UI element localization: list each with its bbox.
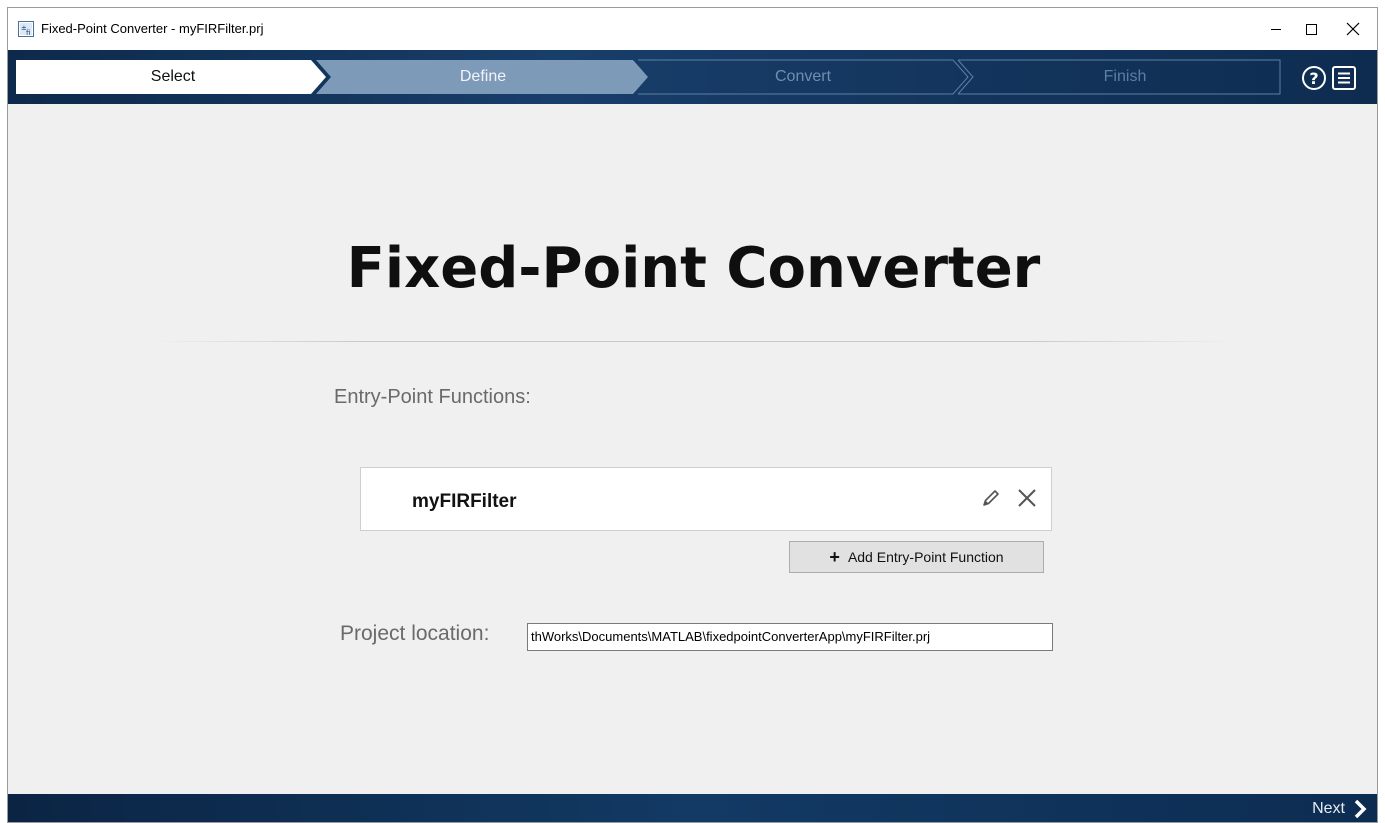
app-icon: ± fi xyxy=(18,21,34,37)
close-button[interactable] xyxy=(1330,8,1376,50)
close-icon xyxy=(1346,22,1360,36)
title-bar: ± fi Fixed-Point Converter - myFIRFilter… xyxy=(8,8,1377,50)
help-icon: ? xyxy=(1302,66,1326,90)
footer-bar: Next xyxy=(8,794,1377,822)
project-location-value: thWorks\Documents\MATLAB\fixedpointConve… xyxy=(531,629,931,644)
page-title: Fixed-Point Converter xyxy=(346,236,1041,301)
entry-point-name: myFIRFilter xyxy=(412,491,517,512)
menu-button[interactable] xyxy=(1331,65,1357,91)
maximize-icon xyxy=(1306,24,1317,35)
svg-text:?: ? xyxy=(1309,69,1318,88)
entry-points-label: Entry-Point Functions: xyxy=(334,386,531,408)
chevron-right-icon xyxy=(1354,799,1367,819)
wizard-bar: Select Define Convert Finish ? xyxy=(8,50,1377,104)
close-icon xyxy=(1018,489,1036,507)
plus-icon: + xyxy=(829,547,840,567)
window-title: Fixed-Point Converter - myFIRFilter.prj xyxy=(41,21,264,36)
svg-text:fi: fi xyxy=(26,29,30,37)
next-label: Next xyxy=(1312,800,1345,817)
next-button[interactable]: Next xyxy=(1312,798,1367,820)
remove-entry-point-button[interactable] xyxy=(1015,486,1039,510)
project-location-label: Project location: xyxy=(340,622,490,645)
help-button[interactable]: ? xyxy=(1301,65,1327,91)
step-define[interactable]: Define xyxy=(438,68,528,86)
menu-icon xyxy=(1332,66,1356,90)
title-divider xyxy=(148,341,1238,342)
edit-entry-point-button[interactable] xyxy=(979,486,1003,510)
pencil-icon xyxy=(983,490,999,506)
maximize-button[interactable] xyxy=(1288,8,1334,50)
minimize-icon xyxy=(1271,29,1281,30)
app-window: ± fi Fixed-Point Converter - myFIRFilter… xyxy=(7,7,1378,823)
step-finish[interactable]: Finish xyxy=(1080,68,1170,86)
entry-point-item[interactable]: myFIRFilter xyxy=(360,467,1052,531)
step-select[interactable]: Select xyxy=(128,68,218,86)
project-location-field[interactable]: thWorks\Documents\MATLAB\fixedpointConve… xyxy=(527,623,1053,651)
add-entry-point-label: Add Entry-Point Function xyxy=(847,549,1004,565)
add-entry-point-button[interactable]: + Add Entry-Point Function xyxy=(789,541,1044,573)
step-convert[interactable]: Convert xyxy=(758,68,848,86)
